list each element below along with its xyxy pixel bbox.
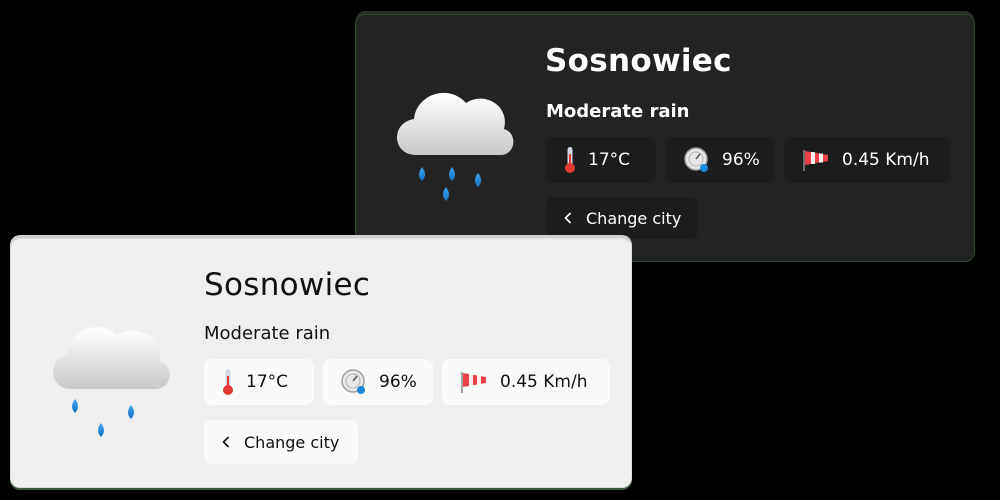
humidity-value: 96% [722,150,760,170]
temperature-value: 17°C [588,150,631,170]
weather-card-light: Sosnowiec Moderate rain 17°C 96% 0.45 Km… [10,238,632,488]
change-city-button[interactable]: Change city [546,197,698,239]
windsock-icon [803,150,828,171]
wind-stat: 0.45 Km/h [784,137,950,183]
weather-condition: Moderate rain [204,323,331,344]
chevron-left-icon [564,212,572,224]
humidity-gauge-icon [684,147,708,172]
city-name: Sosnowiec [204,267,371,303]
change-city-button[interactable]: Change city [204,420,358,464]
temperature-value: 17°C [246,372,289,392]
weather-condition: Moderate rain [546,101,690,122]
weather-card-dark: Sosnowiec Moderate rain 17°C 96% 0.45 Km… [355,14,975,262]
chevron-left-icon [222,436,230,448]
wind-value: 0.45 Km/h [842,150,930,170]
thermometer-icon [223,369,233,395]
humidity-stat: 96% [666,137,774,183]
city-name: Sosnowiec [545,43,732,79]
wind-value: 0.45 Km/h [500,372,588,392]
humidity-value: 96% [379,372,417,392]
humidity-gauge-icon [341,369,365,394]
change-city-label: Change city [586,208,682,228]
temperature-stat: 17°C [204,359,314,405]
humidity-stat: 96% [323,359,433,405]
temperature-stat: 17°C [546,137,656,183]
rain-cloud-icon [53,327,170,437]
windsock-icon [461,372,486,393]
rain-cloud-icon [396,92,514,201]
change-city-label: Change city [244,432,340,452]
wind-stat: 0.45 Km/h [442,359,610,405]
thermometer-icon [565,147,575,173]
